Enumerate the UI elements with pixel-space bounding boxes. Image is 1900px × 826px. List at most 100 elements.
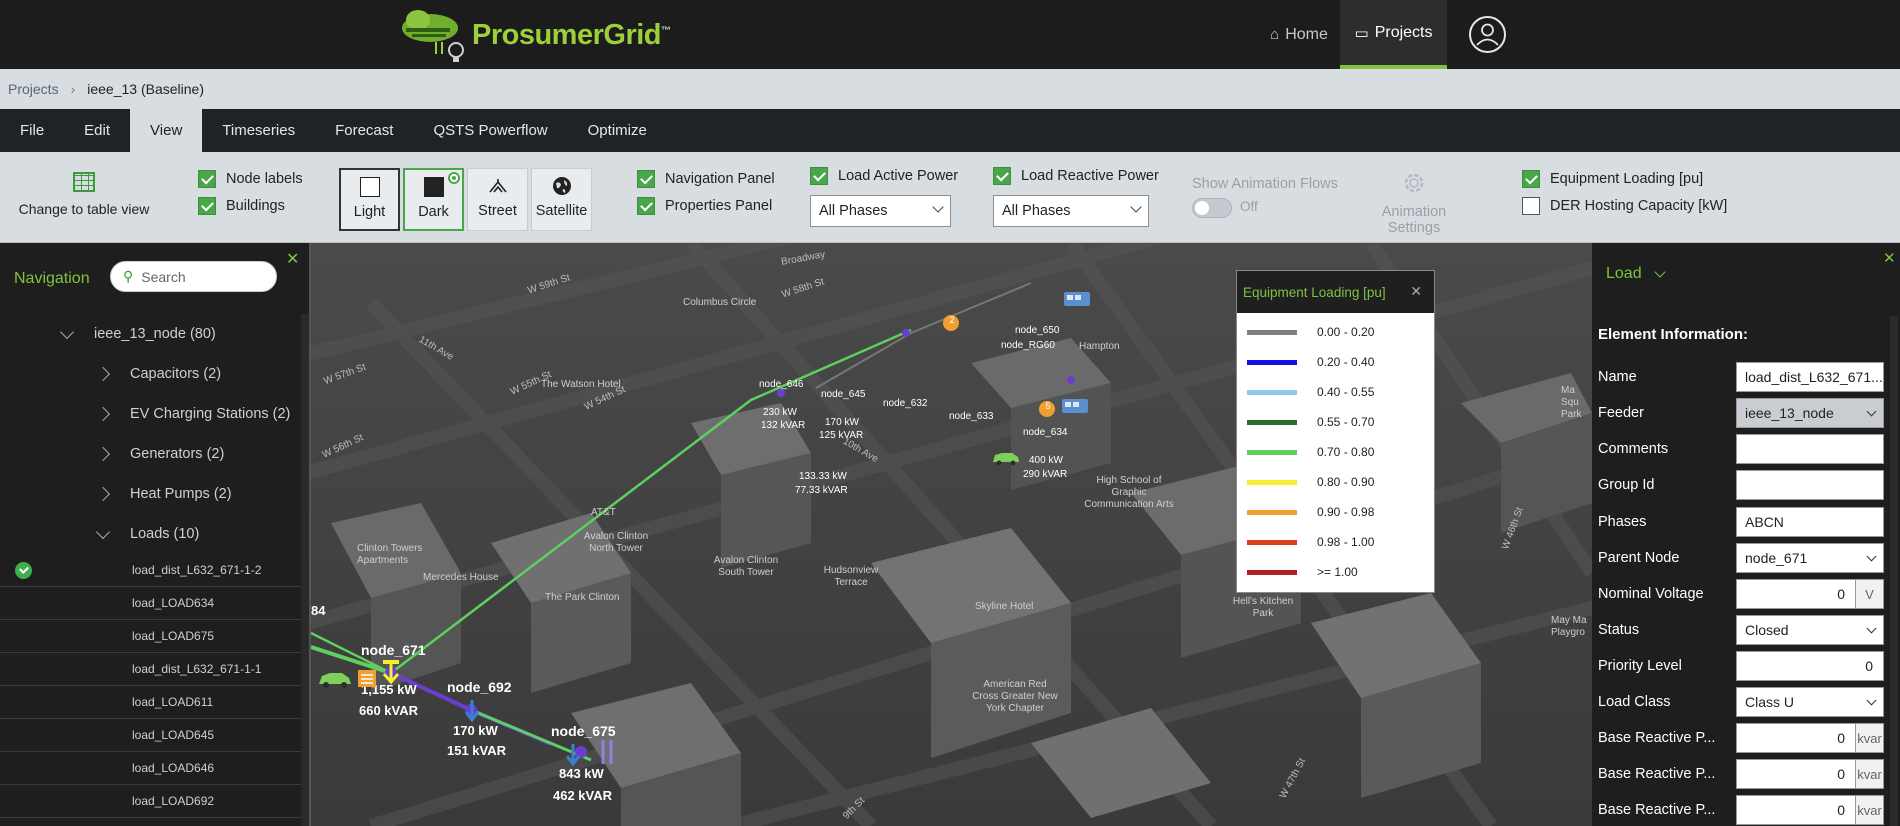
phases-input[interactable]: ABCN xyxy=(1736,507,1884,537)
navigation-tree: ieee_13_node (80) Capacitors (2) EV Char… xyxy=(0,314,301,818)
menu-optimize[interactable]: Optimize xyxy=(568,109,667,152)
close-navigation-icon[interactable]: ✕ xyxy=(286,249,299,269)
map-place-label: Hell's Kitchen Park xyxy=(1232,596,1294,619)
load-reactive-power-checkbox[interactable]: Load Reactive Power xyxy=(993,167,1159,185)
load-reactive-phase-select[interactable]: All Phases xyxy=(993,195,1149,227)
prop-label: Comments xyxy=(1598,441,1669,457)
nominal-voltage-input[interactable]: 0 xyxy=(1736,579,1856,609)
map-style-satellite[interactable]: Satellite xyxy=(531,168,592,231)
parent-node-select[interactable]: node_671 xyxy=(1736,543,1884,573)
cluster-badge[interactable]: 5 xyxy=(1043,401,1053,411)
tree-group-ev-charging[interactable]: EV Charging Stations (2) xyxy=(0,394,301,434)
menu-view[interactable]: View xyxy=(130,109,203,152)
equipment-loading-label: Equipment Loading [pu] xyxy=(1550,171,1704,187)
node-label-632[interactable]: node_632 xyxy=(883,398,928,409)
node-label-650[interactable]: node_650 xyxy=(1015,325,1060,336)
menu-timeseries[interactable]: Timeseries xyxy=(202,109,315,152)
node-label-692[interactable]: node_692 xyxy=(447,679,512,695)
priority-level-input[interactable]: 0 xyxy=(1736,651,1884,681)
legend-row: 0.80 - 0.90 xyxy=(1237,467,1434,497)
node-label-646[interactable]: node_646 xyxy=(759,379,804,390)
load-reactive-power-label: Load Reactive Power xyxy=(1021,168,1159,184)
load-active-phase-select[interactable]: All Phases xyxy=(810,195,951,227)
node-label-634[interactable]: node_634 xyxy=(1023,427,1068,438)
map-style-dark[interactable]: Dark xyxy=(403,168,464,231)
base-reactive-input[interactable]: 0 xyxy=(1736,795,1856,825)
nav-projects[interactable]: ▭ Projects xyxy=(1340,0,1447,69)
map-place-label: Avalon Clinton South Tower xyxy=(713,555,779,578)
base-reactive-input[interactable]: 0 xyxy=(1736,723,1856,753)
map-style-street[interactable]: Street xyxy=(467,168,528,231)
tree-load-item[interactable]: load_LOAD692 xyxy=(0,785,301,818)
tree-group-generators[interactable]: Generators (2) xyxy=(0,434,301,474)
prop-label: Name xyxy=(1598,369,1637,385)
menu-forecast[interactable]: Forecast xyxy=(315,109,413,152)
tree-load-item[interactable]: load_dist_L632_671-1-2 xyxy=(0,554,301,587)
buildings-checkbox[interactable]: Buildings xyxy=(198,197,285,215)
navigation-scrollbar[interactable] xyxy=(301,314,309,826)
legend-swatch xyxy=(1247,359,1297,365)
equipment-loading-checkbox[interactable]: Equipment Loading [pu] xyxy=(1522,170,1703,188)
node-label-671[interactable]: node_671 xyxy=(361,642,426,658)
animation-flows-toggle[interactable] xyxy=(1192,198,1232,218)
map-place-label: Mercedes House xyxy=(423,572,499,583)
tree-group-capacitors[interactable]: Capacitors (2) xyxy=(0,354,301,394)
navigation-panel-checkbox[interactable]: Navigation Panel xyxy=(637,170,775,188)
cluster-badge[interactable]: 2 xyxy=(947,315,957,325)
base-reactive-input[interactable]: 0 xyxy=(1736,759,1856,789)
prop-label: Nominal Voltage xyxy=(1598,586,1704,602)
map-style-light[interactable]: Light xyxy=(339,168,400,231)
prop-label: Base Reactive P... xyxy=(1598,802,1716,818)
group-id-input[interactable] xyxy=(1736,470,1884,500)
prop-value: load_dist_L632_671... xyxy=(1745,369,1883,385)
menu-file[interactable]: File xyxy=(0,109,64,152)
feeder-select[interactable]: ieee_13_node xyxy=(1736,398,1884,428)
unit-label: kvar xyxy=(1856,723,1884,753)
menu-qsts-powerflow[interactable]: QSTS Powerflow xyxy=(413,109,567,152)
tree-load-item[interactable]: load_LOAD611 xyxy=(0,686,301,719)
tree-load-item[interactable]: load_LOAD634 xyxy=(0,587,301,620)
tree-group-loads[interactable]: Loads (10) xyxy=(0,514,301,554)
name-input[interactable]: load_dist_L632_671... xyxy=(1736,362,1884,392)
prop-value: Closed xyxy=(1745,622,1789,638)
legend-label: >= 1.00 xyxy=(1317,565,1358,579)
nav-home[interactable]: ⌂ Home xyxy=(1257,0,1341,69)
tree-load-item[interactable]: load_LOAD675 xyxy=(0,620,301,653)
breadcrumb-projects[interactable]: Projects xyxy=(8,81,59,97)
prosumergrid-logo[interactable]: ProsumerGrid™ xyxy=(398,6,671,64)
node-label-675[interactable]: node_675 xyxy=(551,723,616,739)
prop-value: 0 xyxy=(1837,730,1845,746)
node-label-633[interactable]: node_633 xyxy=(949,411,994,422)
node-label-645[interactable]: node_645 xyxy=(821,389,866,400)
close-properties-icon[interactable]: ✕ xyxy=(1883,249,1896,267)
status-select[interactable]: Closed xyxy=(1736,615,1884,645)
tree-load-item[interactable]: load_dist_L632_671-1-1 xyxy=(0,653,301,686)
tree-root[interactable]: ieee_13_node (80) xyxy=(0,314,301,354)
close-legend-icon[interactable]: ✕ xyxy=(1410,283,1422,300)
map-place-label: Clinton Towers Apartments xyxy=(357,543,423,566)
node-label-rg60[interactable]: node_RG60 xyxy=(1001,340,1055,351)
tree-group-label: EV Charging Stations (2) xyxy=(130,406,291,422)
element-information-heading: Element Information: xyxy=(1598,326,1749,343)
tree-load-item[interactable]: load_LOAD646 xyxy=(0,752,301,785)
element-type-dropdown[interactable]: Load xyxy=(1606,265,1666,283)
menu-edit[interactable]: Edit xyxy=(64,109,130,152)
user-avatar[interactable] xyxy=(1469,16,1506,53)
node-power-kvar: 125 kVAR xyxy=(819,430,864,441)
globe-icon xyxy=(552,177,571,195)
breadcrumb-current: ieee_13 (Baseline) xyxy=(87,81,204,97)
properties-panel-checkbox[interactable]: Properties Panel xyxy=(637,197,772,215)
tree-load-item[interactable]: load_LOAD645 xyxy=(0,719,301,752)
change-to-table-view-button[interactable]: Change to table view xyxy=(18,172,150,217)
comments-input[interactable] xyxy=(1736,434,1884,464)
prop-label: Priority Level xyxy=(1598,658,1682,674)
legend-rows: 0.00 - 0.20 0.20 - 0.40 0.40 - 0.55 0.55… xyxy=(1237,313,1434,587)
top-bar: ProsumerGrid™ ⌂ Home ▭ Projects xyxy=(0,0,1900,69)
properties-scrollbar[interactable] xyxy=(1890,316,1898,826)
load-class-select[interactable]: Class U xyxy=(1736,687,1884,717)
load-active-power-checkbox[interactable]: Load Active Power xyxy=(810,167,958,185)
tree-group-heat-pumps[interactable]: Heat Pumps (2) xyxy=(0,474,301,514)
der-hosting-capacity-checkbox[interactable]: DER Hosting Capacity [kW] xyxy=(1522,197,1727,215)
navigation-search-input[interactable]: ⚲ Search xyxy=(110,261,277,292)
node-labels-checkbox[interactable]: Node labels xyxy=(198,170,303,188)
